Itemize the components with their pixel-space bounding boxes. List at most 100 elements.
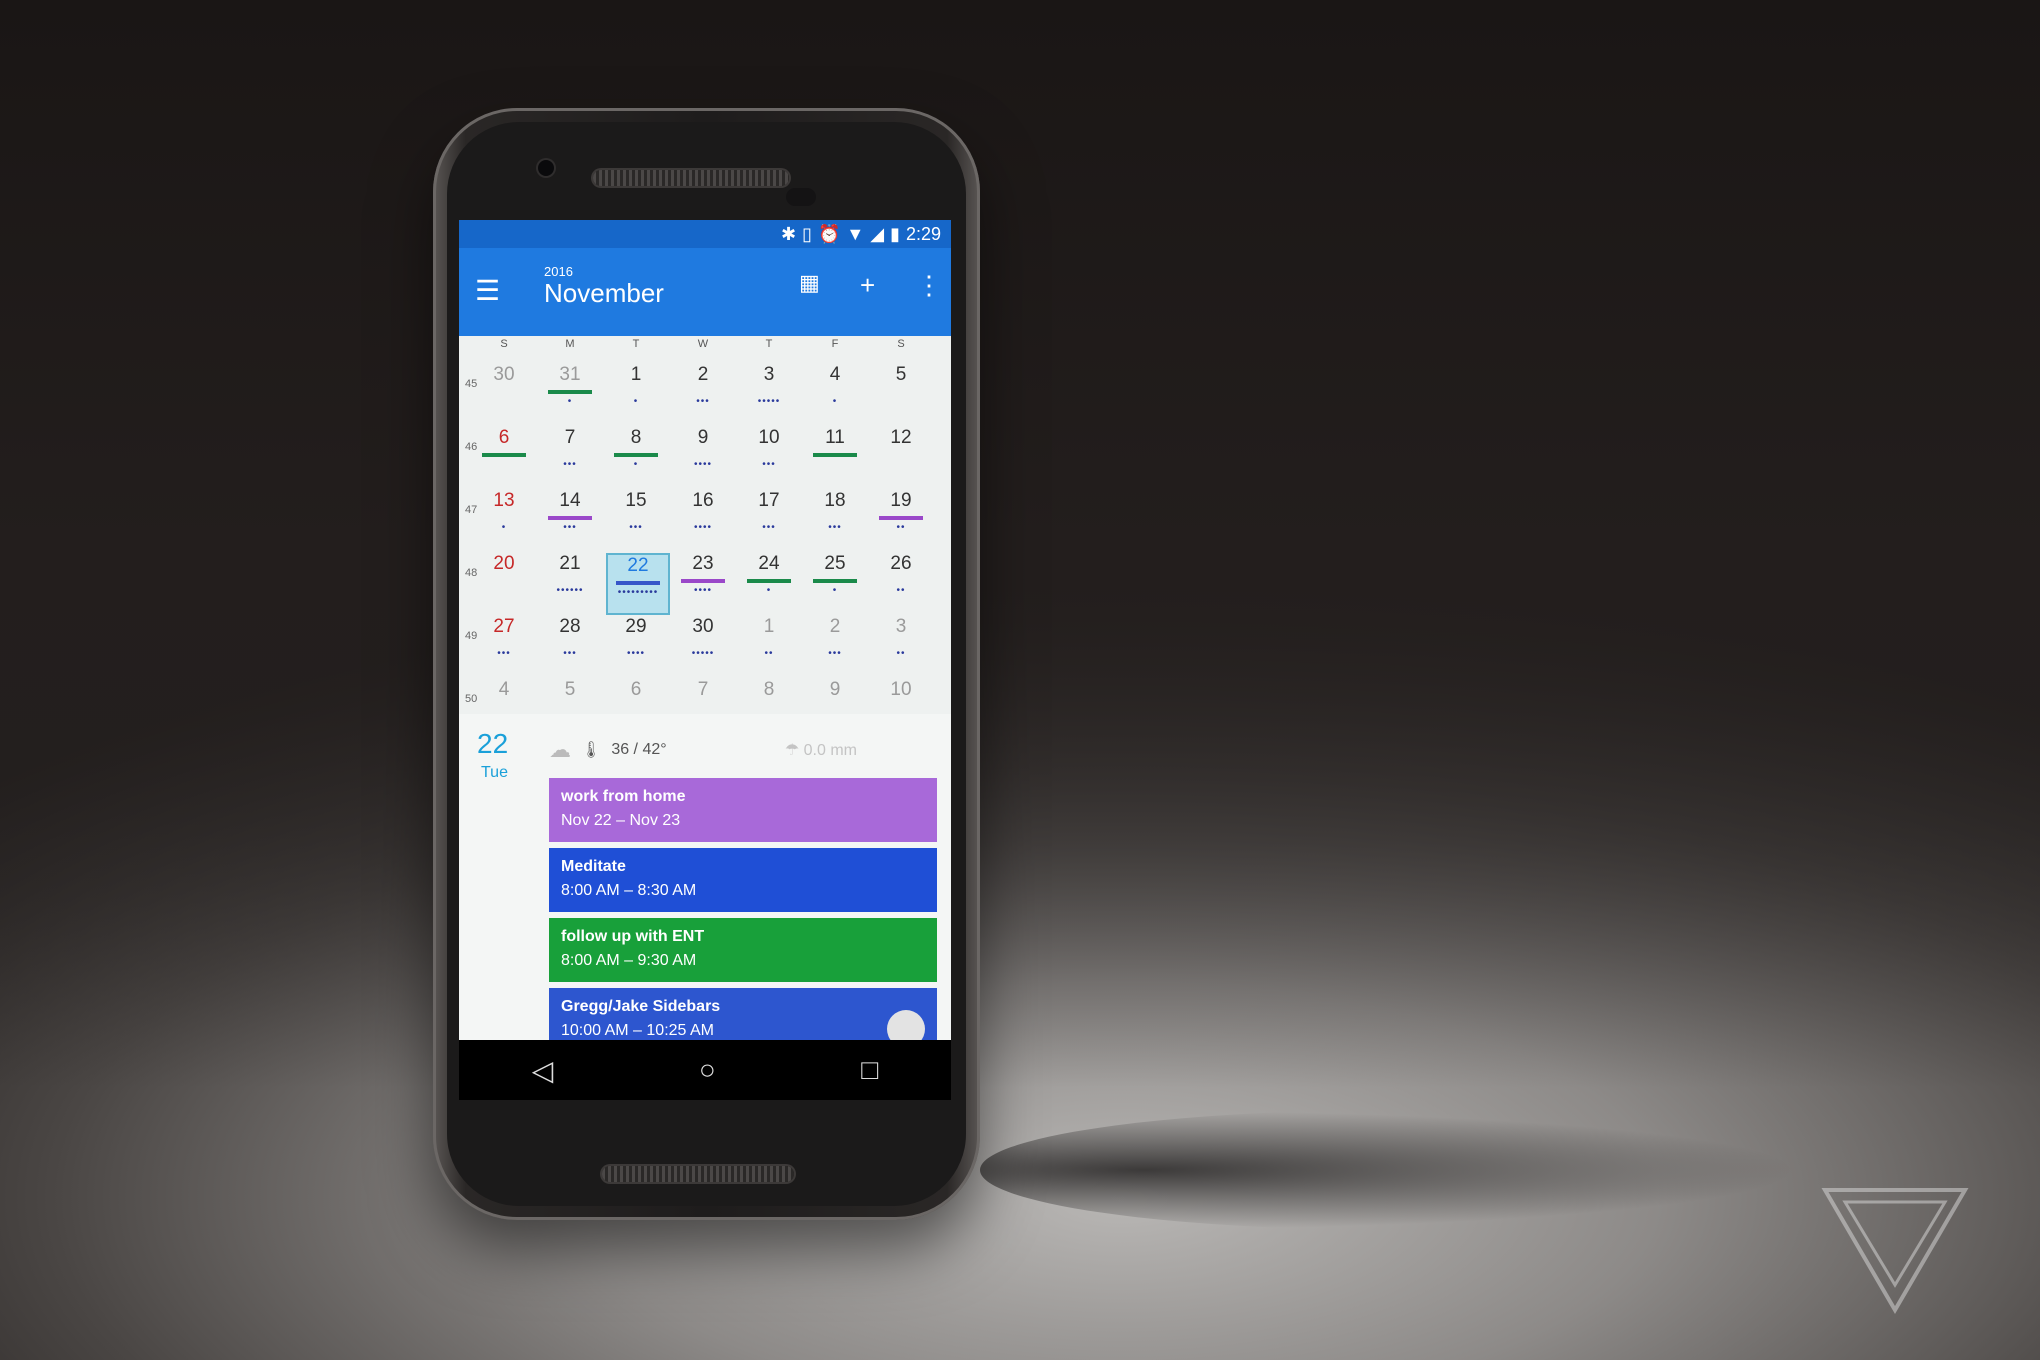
- day-cell[interactable]: 23 ••••: [673, 553, 733, 611]
- day-cell[interactable]: 3 ••: [871, 616, 931, 674]
- add-event-icon[interactable]: +: [860, 270, 875, 301]
- event-dots: •••: [563, 459, 577, 470]
- rain-icon: ☂: [784, 742, 800, 759]
- day-cell[interactable]: 1 ••: [739, 616, 799, 674]
- event-dots: •••: [828, 522, 842, 533]
- day-cell-today[interactable]: 22 •••••••••: [606, 553, 670, 615]
- day-cell[interactable]: 2 •••: [805, 616, 865, 674]
- day-number: 31: [559, 364, 581, 385]
- day-cell[interactable]: 7 •••: [540, 427, 600, 485]
- event-title: Gregg/Jake Sidebars: [561, 998, 721, 1015]
- event-bar: [813, 579, 857, 583]
- day-cell[interactable]: 8 •: [606, 427, 666, 485]
- day-cell[interactable]: 15 •••: [606, 490, 666, 548]
- event-dots: •••••: [757, 396, 781, 407]
- day-number: 30: [493, 364, 515, 385]
- watermark-logo: [1821, 1188, 1969, 1314]
- calendar-view-icon[interactable]: ▦: [799, 270, 820, 296]
- day-cell[interactable]: 11: [805, 427, 865, 485]
- day-cell[interactable]: 30 •••••: [673, 616, 733, 674]
- day-cell[interactable]: 19 ••: [871, 490, 931, 548]
- day-cell[interactable]: 28 •••: [540, 616, 600, 674]
- home-icon[interactable]: ○: [699, 1054, 716, 1086]
- day-number: 7: [564, 427, 576, 448]
- event-card[interactable]: follow up with ENT 8:00 AM – 9:30 AM: [549, 918, 937, 982]
- day-number: 14: [559, 490, 581, 511]
- day-cell[interactable]: 6: [474, 427, 534, 485]
- event-dots: •••••: [691, 648, 715, 659]
- weekday-header: T: [765, 338, 773, 350]
- day-number: 19: [890, 490, 912, 511]
- day-cell[interactable]: 14 •••: [540, 490, 600, 548]
- event-dots: •••: [497, 648, 511, 659]
- header-month[interactable]: November: [544, 278, 664, 309]
- day-cell[interactable]: 27 •••: [474, 616, 534, 674]
- day-number: 23: [692, 553, 714, 574]
- event-bar: [616, 581, 660, 585]
- nav-bar: ◁ ○ □: [459, 1040, 951, 1100]
- day-number: 6: [630, 679, 642, 700]
- agenda-day: 22: [477, 728, 509, 759]
- day-number: 2: [697, 364, 709, 385]
- battery-icon: ▮: [890, 223, 900, 244]
- event-dots: •: [832, 585, 838, 596]
- back-icon[interactable]: ◁: [532, 1054, 554, 1087]
- weekday-header: M: [565, 338, 575, 350]
- day-number: 16: [692, 490, 714, 511]
- event-dots: ••: [896, 585, 906, 596]
- menu-icon[interactable]: ☰: [475, 274, 500, 307]
- day-cell[interactable]: 25 •: [805, 553, 865, 611]
- event-dots: ••: [896, 522, 906, 533]
- event-dots: •: [633, 396, 639, 407]
- day-cell[interactable]: 31 •: [540, 364, 600, 422]
- day-number: 1: [763, 616, 775, 637]
- day-cell[interactable]: 13 •: [474, 490, 534, 548]
- day-cell[interactable]: 4 •: [805, 364, 865, 422]
- day-number: 28: [559, 616, 581, 637]
- event-bar: [747, 579, 791, 583]
- day-cell[interactable]: 30: [474, 364, 534, 422]
- day-cell[interactable]: 21 ••••••: [540, 553, 600, 611]
- day-cell[interactable]: 16 ••••: [673, 490, 733, 548]
- event-card[interactable]: Meditate 8:00 AM – 8:30 AM: [549, 848, 937, 912]
- overflow-menu-icon[interactable]: ⋮: [916, 270, 942, 301]
- event-dots: •: [501, 522, 507, 533]
- weekday-header: T: [632, 338, 640, 350]
- day-cell[interactable]: 12: [871, 427, 931, 485]
- phone-screen: ✱ ▯ ⏰ ▼ ◢ ▮ 2:29 ☰ 2016 November ▦ + ⋮ S…: [459, 220, 951, 1100]
- day-cell[interactable]: 9 ••••: [673, 427, 733, 485]
- day-cell[interactable]: 17 •••: [739, 490, 799, 548]
- day-number: 17: [758, 490, 780, 511]
- bottom-speaker: [602, 1166, 794, 1182]
- day-cell[interactable]: 24 •: [739, 553, 799, 611]
- event-dots: •••: [629, 522, 643, 533]
- day-number: 6: [498, 427, 510, 448]
- cloud-icon: ☁: [549, 737, 571, 762]
- day-number: 5: [895, 364, 907, 385]
- event-dots: •••: [563, 648, 577, 659]
- recents-icon[interactable]: □: [861, 1054, 878, 1086]
- day-cell[interactable]: 2 •••: [673, 364, 733, 422]
- event-bar: [813, 453, 857, 457]
- day-cell[interactable]: 18 •••: [805, 490, 865, 548]
- event-time: 10:00 AM – 10:25 AM: [561, 1022, 714, 1039]
- day-number: 3: [763, 364, 775, 385]
- day-number: 18: [824, 490, 846, 511]
- weekday-header: S: [897, 338, 905, 350]
- month-grid: S M T W T F S 45 46 47 48 49 50 30 31 • 1 • 2 ••• 3 ••••• 4 • 5 6…: [459, 336, 951, 722]
- event-card[interactable]: work from home Nov 22 – Nov 23: [549, 778, 937, 842]
- day-cell[interactable]: 1 •: [606, 364, 666, 422]
- day-cell[interactable]: 20: [474, 553, 534, 611]
- weekday-header: F: [831, 338, 839, 350]
- event-bar: [548, 516, 592, 520]
- lte-icon: ◢: [870, 223, 885, 244]
- event-dots: ••: [896, 648, 906, 659]
- day-cell[interactable]: 26 ••: [871, 553, 931, 611]
- event-title: Meditate: [561, 858, 626, 875]
- day-cell[interactable]: 10 •••: [739, 427, 799, 485]
- day-cell[interactable]: 3 •••••: [739, 364, 799, 422]
- day-cell[interactable]: 29 ••••: [606, 616, 666, 674]
- rain-amount: ☂ 0.0 mm: [784, 742, 857, 759]
- day-number: 26: [890, 553, 912, 574]
- day-cell[interactable]: 5: [871, 364, 931, 422]
